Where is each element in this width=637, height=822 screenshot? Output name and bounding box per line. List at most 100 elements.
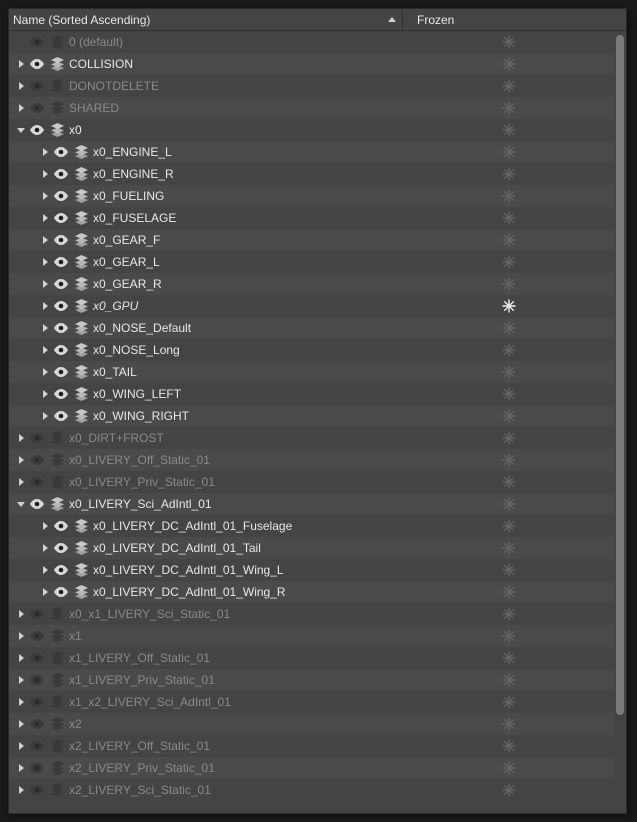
snowflake-icon[interactable] — [501, 78, 517, 94]
snowflake-icon[interactable] — [501, 166, 517, 182]
snowflake-icon[interactable] — [501, 56, 517, 72]
snowflake-icon[interactable] — [501, 122, 517, 138]
layer-row[interactable]: x0_DIRT+FROST — [9, 427, 614, 449]
layer-row[interactable]: SHARED — [9, 97, 614, 119]
layer-label[interactable]: x0_FUELING — [93, 189, 164, 203]
visibility-eye-icon[interactable] — [29, 496, 45, 512]
snowflake-icon[interactable] — [501, 760, 517, 776]
layers-icon[interactable] — [49, 606, 65, 622]
expand-arrow-icon[interactable] — [39, 212, 51, 224]
layer-label[interactable]: x0_LIVERY_DC_AdIntl_01_Wing_R — [93, 585, 286, 599]
layers-icon[interactable] — [49, 650, 65, 666]
expand-arrow-icon[interactable] — [15, 58, 27, 70]
expand-arrow-icon[interactable] — [39, 542, 51, 554]
layer-label[interactable]: SHARED — [69, 101, 119, 115]
visibility-eye-icon[interactable] — [53, 210, 69, 226]
layers-icon[interactable] — [49, 78, 65, 94]
layers-icon[interactable] — [49, 100, 65, 116]
layers-icon[interactable] — [49, 452, 65, 468]
snowflake-icon[interactable] — [501, 738, 517, 754]
visibility-eye-icon[interactable] — [53, 386, 69, 402]
expand-arrow-icon[interactable] — [39, 322, 51, 334]
layer-row[interactable]: x2_LIVERY_Off_Static_01 — [9, 735, 614, 757]
visibility-eye-icon[interactable] — [53, 540, 69, 556]
layers-icon[interactable] — [73, 562, 89, 578]
layers-icon[interactable] — [73, 342, 89, 358]
layers-icon[interactable] — [73, 584, 89, 600]
layer-label[interactable]: x0_GPU — [93, 299, 138, 313]
layer-row[interactable]: x0_TAIL — [9, 361, 614, 383]
snowflake-icon[interactable] — [501, 210, 517, 226]
visibility-eye-icon[interactable] — [29, 738, 45, 754]
snowflake-icon[interactable] — [501, 782, 517, 798]
layer-row[interactable]: x2_LIVERY_Priv_Static_01 — [9, 757, 614, 779]
collapse-arrow-icon[interactable] — [15, 498, 27, 510]
layer-label[interactable]: x0_LIVERY_DC_AdIntl_01_Fuselage — [93, 519, 292, 533]
scrollbar[interactable] — [616, 35, 624, 809]
layer-label[interactable]: x0_ENGINE_L — [93, 145, 172, 159]
layer-row[interactable]: x1_LIVERY_Priv_Static_01 — [9, 669, 614, 691]
layer-row[interactable]: COLLISION — [9, 53, 614, 75]
layer-label[interactable]: x1 — [69, 629, 82, 643]
snowflake-icon[interactable] — [501, 386, 517, 402]
layer-label[interactable]: x0_LIVERY_Sci_AdIntl_01 — [69, 497, 212, 511]
expand-arrow-icon[interactable] — [15, 454, 27, 466]
expand-arrow-icon[interactable] — [39, 278, 51, 290]
visibility-eye-icon[interactable] — [29, 694, 45, 710]
visibility-eye-icon[interactable] — [29, 650, 45, 666]
snowflake-icon[interactable] — [501, 694, 517, 710]
snowflake-icon[interactable] — [501, 518, 517, 534]
layer-row[interactable]: x0_WING_LEFT — [9, 383, 614, 405]
column-header-name[interactable]: Name (Sorted Ascending) — [9, 9, 403, 30]
layer-label[interactable]: x0_DIRT+FROST — [69, 431, 164, 445]
layer-row[interactable]: x0_ENGINE_L — [9, 141, 614, 163]
layer-row[interactable]: DONOTDELETE — [9, 75, 614, 97]
layers-icon[interactable] — [49, 122, 65, 138]
layer-row[interactable]: x0_FUSELAGE — [9, 207, 614, 229]
visibility-eye-icon[interactable] — [29, 430, 45, 446]
expand-arrow-icon[interactable] — [15, 784, 27, 796]
layer-row[interactable]: x1 — [9, 625, 614, 647]
expand-arrow-icon[interactable] — [39, 410, 51, 422]
layer-label[interactable]: x0_LIVERY_Off_Static_01 — [69, 453, 210, 467]
snowflake-icon[interactable] — [501, 496, 517, 512]
layers-icon[interactable] — [73, 320, 89, 336]
visibility-eye-icon[interactable] — [53, 166, 69, 182]
layers-icon[interactable] — [73, 540, 89, 556]
layer-label[interactable]: x0_NOSE_Long — [93, 343, 180, 357]
visibility-eye-icon[interactable] — [29, 628, 45, 644]
snowflake-icon[interactable] — [501, 144, 517, 160]
layer-row[interactable]: x2 — [9, 713, 614, 735]
expand-arrow-icon[interactable] — [15, 476, 27, 488]
expand-arrow-icon[interactable] — [39, 388, 51, 400]
layer-row[interactable]: x0_GEAR_L — [9, 251, 614, 273]
layer-label[interactable]: x1_LIVERY_Priv_Static_01 — [69, 673, 215, 687]
layers-icon[interactable] — [73, 144, 89, 160]
visibility-eye-icon[interactable] — [29, 474, 45, 490]
expand-arrow-icon[interactable] — [15, 608, 27, 620]
layer-label[interactable]: x0_GEAR_L — [93, 255, 160, 269]
snowflake-icon[interactable] — [501, 298, 517, 314]
snowflake-icon[interactable] — [501, 562, 517, 578]
layer-label[interactable]: x2_LIVERY_Off_Static_01 — [69, 739, 210, 753]
layer-row[interactable]: x0_x1_LIVERY_Sci_Static_01 — [9, 603, 614, 625]
expand-arrow-icon[interactable] — [15, 740, 27, 752]
layer-label[interactable]: x0_TAIL — [93, 365, 137, 379]
expand-arrow-icon[interactable] — [15, 718, 27, 730]
layers-icon[interactable] — [49, 430, 65, 446]
layer-row[interactable]: x0_ENGINE_R — [9, 163, 614, 185]
snowflake-icon[interactable] — [501, 452, 517, 468]
snowflake-icon[interactable] — [501, 34, 517, 50]
visibility-eye-icon[interactable] — [53, 232, 69, 248]
snowflake-icon[interactable] — [501, 540, 517, 556]
layers-icon[interactable] — [49, 628, 65, 644]
visibility-eye-icon[interactable] — [53, 408, 69, 424]
visibility-eye-icon[interactable] — [29, 78, 45, 94]
layers-icon[interactable] — [73, 276, 89, 292]
expand-arrow-icon[interactable] — [39, 586, 51, 598]
layer-label[interactable]: x0_LIVERY_DC_AdIntl_01_Tail — [93, 541, 261, 555]
collapse-arrow-icon[interactable] — [15, 124, 27, 136]
layers-icon[interactable] — [73, 166, 89, 182]
visibility-eye-icon[interactable] — [53, 144, 69, 160]
layer-label[interactable]: x0_GEAR_R — [93, 277, 162, 291]
